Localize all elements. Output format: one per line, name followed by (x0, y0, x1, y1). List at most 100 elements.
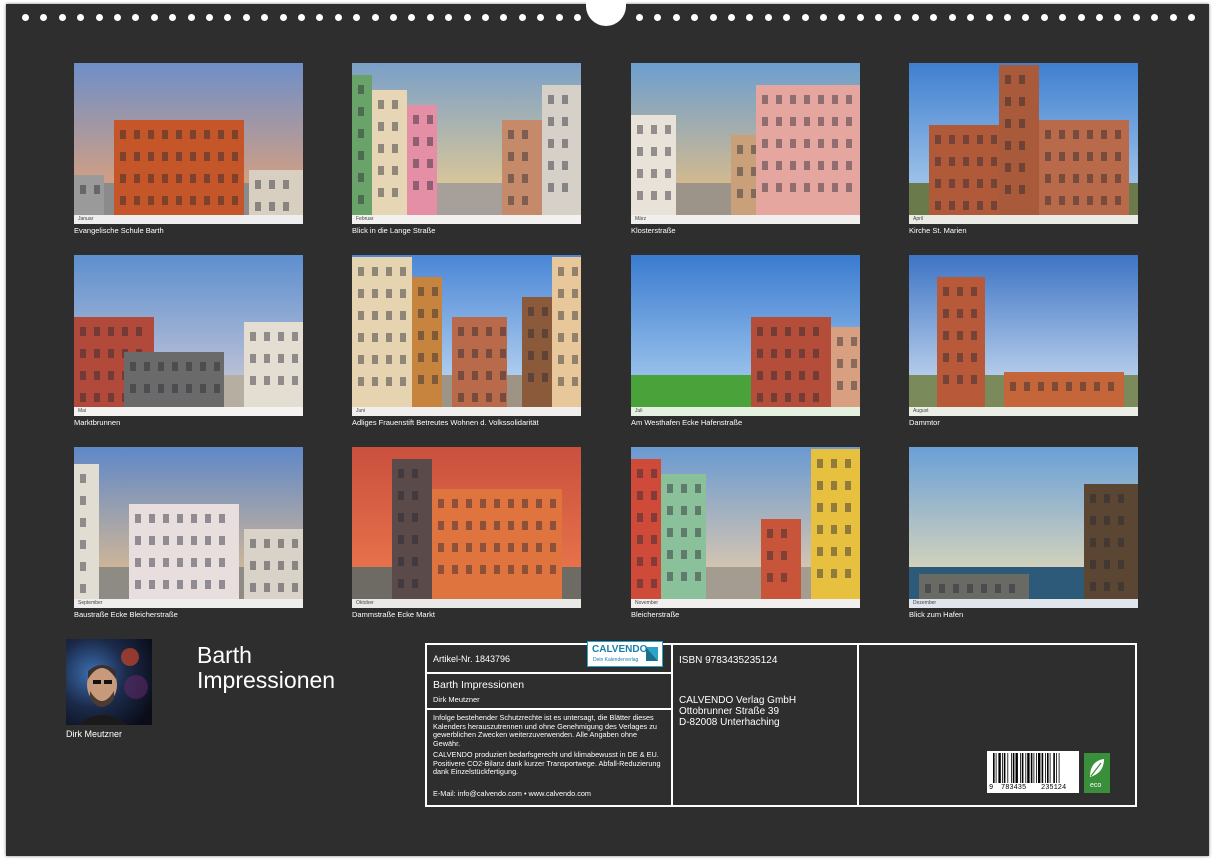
barcode-bar (998, 753, 1001, 783)
barcode-bar (1020, 753, 1021, 783)
publisher-street: Ottobrunner Straße 39 (679, 706, 780, 717)
barcode-bar (1007, 753, 1009, 783)
logo-brand: CALVENDO (592, 644, 648, 655)
binding-hole (58, 14, 66, 21)
barcode-bar (1058, 753, 1060, 783)
isbn: ISBN 9783435235124 (679, 655, 778, 666)
binding-hole (408, 14, 416, 21)
binding-hole (353, 14, 361, 21)
month-date-strip: Januar (74, 215, 303, 224)
binding-hole (187, 14, 195, 21)
binding-hole (930, 14, 938, 21)
month-label: Februar (356, 216, 374, 222)
legal-text: Infolge bestehender Schutzrechte ist es … (433, 713, 657, 748)
binding-hole (1040, 14, 1048, 21)
month-label: November (635, 600, 659, 606)
binding-hole (242, 14, 250, 21)
binding-hole (169, 14, 177, 21)
month-date-strip: Juni (352, 407, 581, 416)
binding-hole (537, 14, 545, 21)
binding-hole (764, 14, 772, 21)
photo-caption: Dammstraße Ecke Markt (352, 610, 435, 619)
photo-caption: Klosterstraße (631, 226, 676, 235)
barcode-bar (1045, 753, 1046, 783)
eco-label: eco (1090, 782, 1102, 789)
barcode-bar (1011, 753, 1012, 783)
binding-hole (22, 14, 29, 21)
barcode-bar (1056, 753, 1057, 783)
photo-thumbnail: August (909, 255, 1138, 416)
barcode-digits-left: 783435 (1001, 784, 1027, 792)
photo-thumbnail: September (74, 447, 303, 608)
barcode-bar (1027, 753, 1030, 783)
binding-hole (426, 14, 434, 21)
binding-hole (728, 14, 735, 21)
binding-hole (574, 14, 581, 21)
photo-thumbnail: Juli (631, 255, 860, 416)
barcode-bar (1049, 753, 1051, 783)
photo-thumbnail: November (631, 447, 860, 608)
photo-caption: Dammtor (909, 418, 940, 427)
contact-line: E-Mail: info@calvendo.com • www.calvendo… (433, 789, 591, 798)
binding-hole (1132, 14, 1140, 21)
barcode-bar (1003, 753, 1006, 783)
month-date-strip: April (909, 215, 1138, 224)
binding-hole (1114, 14, 1122, 21)
binding-hole (206, 14, 213, 21)
binding-hole (985, 14, 993, 21)
binding-hole (801, 14, 809, 21)
binding-hole (77, 14, 85, 21)
barcode-bar (1033, 753, 1035, 783)
photo-caption: Blick zum Hafen (909, 610, 964, 619)
binding-hole (150, 14, 158, 21)
calendar-title: Barth Impressionen (197, 643, 335, 693)
binding-hole (1188, 14, 1195, 21)
photo-caption: Evangelische Schule Barth (74, 226, 164, 235)
photo-thumbnail: Mai (74, 255, 303, 416)
photo-caption: Bleicherstraße (631, 610, 680, 619)
binding-hole (261, 14, 269, 21)
photo-caption: Adliges Frauenstift Betreutes Wohnen d. … (352, 418, 539, 427)
binding-hole (967, 14, 975, 21)
binding-hole (1059, 14, 1067, 21)
binding-hole (518, 14, 526, 21)
month-date-strip: Oktober (352, 599, 581, 608)
binding-hole (856, 14, 864, 21)
binding-hole (1096, 14, 1103, 21)
photo-thumbnail: April (909, 63, 1138, 224)
barcode-bar (1012, 753, 1015, 783)
binding-hole (783, 14, 791, 21)
photo-caption: Baustraße Ecke Bleicherstraße (74, 610, 178, 619)
barcode-bar (1053, 753, 1055, 783)
month-label: August (913, 408, 929, 414)
binding-hole (1151, 14, 1159, 21)
binding-hole (463, 14, 471, 21)
publisher-name: CALVENDO Verlag GmbH (679, 695, 797, 706)
product-title: Barth Impressionen (433, 679, 525, 691)
month-date-strip: Februar (352, 215, 581, 224)
month-label: Juni (356, 408, 366, 414)
binding-hole (279, 14, 287, 21)
binding-hole (40, 14, 48, 21)
binding-hole (445, 14, 453, 21)
author-portrait (66, 639, 152, 725)
barcode-bar (1015, 753, 1018, 783)
eco-badge: eco (1084, 753, 1110, 793)
barcode-bar (1025, 753, 1027, 783)
binding-hole (948, 14, 956, 21)
article-number: Artikel-Nr. 1843796 (433, 654, 511, 664)
isbn-barcode: 9 783435 235124 (987, 751, 1079, 793)
binding-hole (654, 14, 662, 21)
month-date-strip: März (631, 215, 860, 224)
product-author: Dirk Meutzner (433, 695, 480, 704)
binding-hole (1004, 14, 1011, 21)
publisher-city: D-82008 Unterhaching (679, 717, 780, 728)
barcode-bar (1030, 753, 1033, 783)
month-label: Dezember (913, 600, 937, 606)
barcode-bar (1038, 753, 1041, 783)
barcode-bar (993, 753, 995, 783)
binding-hole (672, 14, 680, 21)
binding-hole (390, 14, 397, 21)
binding-hole (636, 14, 643, 21)
barcode-bar (1041, 753, 1044, 783)
